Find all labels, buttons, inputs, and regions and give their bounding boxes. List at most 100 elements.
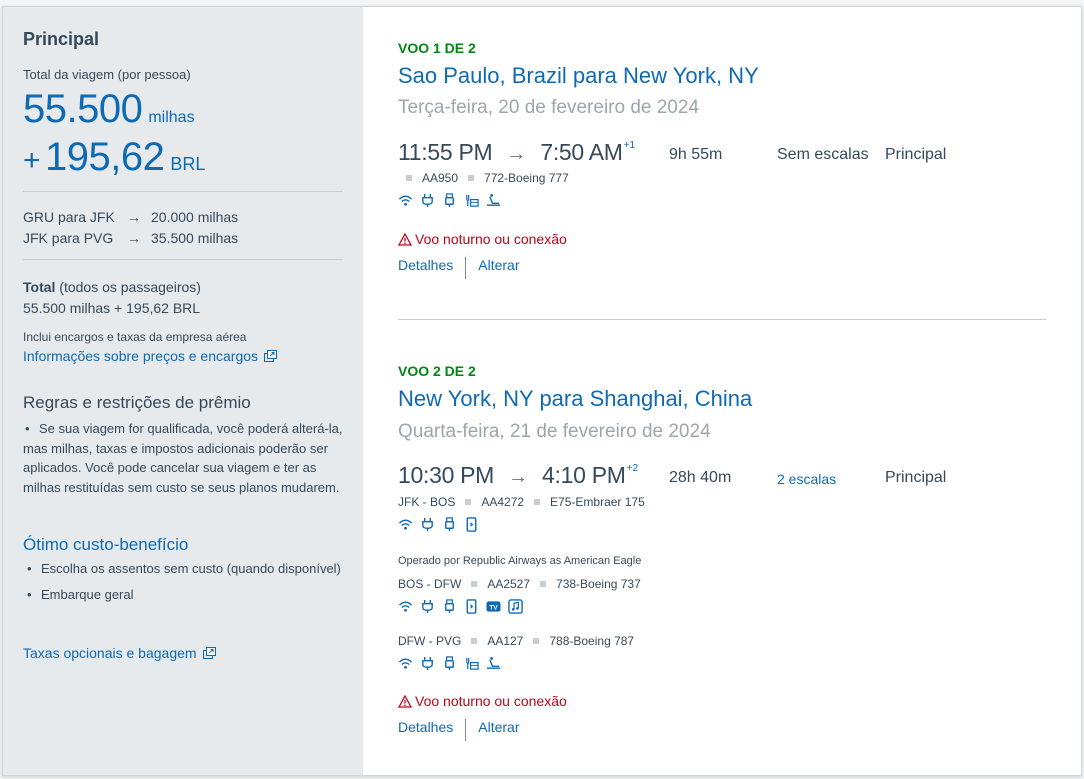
arrow-right-icon: → xyxy=(127,209,141,225)
power-outlet-icon xyxy=(422,599,433,614)
tv-badge-text: TV xyxy=(489,604,498,611)
award-rules-text: • Se sua viagem for qualificada, você pod… xyxy=(23,421,343,495)
overnight-warning: Voo noturno ou conexão xyxy=(398,231,567,247)
amenities xyxy=(398,656,501,671)
total-label: Total (todos os passageiros) xyxy=(23,279,201,295)
segment-route: BOS - DFW xyxy=(398,577,462,591)
miles-price: 55.500 milhas xyxy=(23,87,195,132)
meal-icon xyxy=(466,194,479,207)
depart-time: 11:55 PM xyxy=(398,139,493,165)
separator-square xyxy=(465,499,472,505)
segment-miles: 20.000 milhas xyxy=(151,209,239,225)
aircraft: E75-Embraer 175 xyxy=(550,495,645,509)
separator-square xyxy=(533,638,540,644)
aircraft: 738-Boeing 737 xyxy=(556,577,641,591)
external-link-icon xyxy=(264,350,278,362)
external-link-icon xyxy=(202,647,216,659)
optional-fees-bag-link[interactable]: Taxas opcionais e bagagem xyxy=(23,645,216,661)
power-outlet-icon xyxy=(422,656,433,671)
flight-times: 10:30 PM → 4:10 PM +2 xyxy=(398,462,638,489)
details-link[interactable]: Detalhes xyxy=(398,257,453,273)
brl-value: 195,62 xyxy=(44,135,165,179)
flight-cabin: Principal xyxy=(885,469,947,486)
arrow-right-icon: → xyxy=(127,230,141,246)
change-link[interactable]: Alterar xyxy=(478,257,519,273)
miles-unit: milhas xyxy=(148,109,195,126)
wifi-icon xyxy=(398,519,413,530)
flight-cabin: Principal xyxy=(885,146,947,163)
arrow-right-icon: → xyxy=(508,466,529,488)
warning-icon xyxy=(398,232,412,246)
arrive-time: 4:10 PM xyxy=(542,462,626,488)
details-link[interactable]: Detalhes xyxy=(398,719,453,735)
flight-details: VOO 1 DE 2 Sao Paulo, Brazil para New Yo… xyxy=(363,7,1081,775)
award-rules-title: Regras e restrições de prêmio xyxy=(23,393,251,412)
flight-times: 11:55 PM → 7:50 AM +1 xyxy=(398,139,635,166)
power-outlet-icon xyxy=(422,517,433,532)
usb-icon xyxy=(445,517,454,532)
separator-square xyxy=(471,638,478,644)
device-entertainment-icon xyxy=(466,517,477,532)
action-separator xyxy=(465,257,467,279)
cabin-title: Principal xyxy=(23,29,100,49)
segment-price-row: GRU para JFK → 20.000 milhas xyxy=(23,209,238,225)
separator-square xyxy=(468,175,475,181)
action-separator xyxy=(465,719,467,741)
miles-value: 55.500 xyxy=(23,87,143,131)
amenities xyxy=(398,517,479,532)
flight-code: AA127 xyxy=(487,634,524,648)
list-item: Embarque geral xyxy=(23,585,343,605)
wifi-icon xyxy=(398,195,413,206)
flight-actions: Detalhes Alterar xyxy=(398,719,520,741)
lie-flat-seat-icon xyxy=(486,656,501,669)
wifi-icon xyxy=(398,658,413,669)
depart-time: 10:30 PM xyxy=(398,462,495,488)
fees-note: Inclui encargos e taxas da empresa aérea xyxy=(23,330,247,344)
stops-link[interactable]: 2 escalas xyxy=(777,471,836,487)
segment-miles: 35.500 milhas xyxy=(151,230,239,246)
lie-flat-seat-icon xyxy=(486,193,501,206)
day-offset: +1 xyxy=(623,140,636,151)
separator-square xyxy=(540,581,547,587)
music-icon xyxy=(508,599,523,614)
segment-route: JFK para PVG xyxy=(23,230,114,246)
flight-number-label: VOO 2 DE 2 xyxy=(398,363,476,379)
operated-by: Operado por Republic Airways as American… xyxy=(398,555,642,567)
separator-square xyxy=(534,499,541,505)
segment-route: JFK - BOS xyxy=(398,495,456,509)
flight-code: AA2527 xyxy=(487,577,531,591)
per-person-label: Total da viagem (por pessoa) xyxy=(23,67,191,82)
flight-route-title: New York, NY para Shanghai, China xyxy=(398,386,753,411)
flight-route-title: Sao Paulo, Brazil para New York, NY xyxy=(398,63,759,88)
flight-code: AA4272 xyxy=(481,495,525,509)
flight-stops: Sem escalas xyxy=(777,146,869,163)
aircraft: 772-Boeing 777 xyxy=(484,171,569,185)
flight-divider xyxy=(398,319,1046,320)
price-sidebar: Principal Total da viagem (por pessoa) 5… xyxy=(3,7,363,775)
segment-price-row: JFK para PVG → 35.500 milhas xyxy=(23,230,238,246)
change-link[interactable]: Alterar xyxy=(478,719,519,735)
usb-icon xyxy=(445,193,454,208)
segment-info: AA950 772-Boeing 777 xyxy=(398,171,569,185)
tv-icon: TV xyxy=(486,601,501,612)
flight-duration: 28h 40m xyxy=(669,469,732,486)
plus-sign: + xyxy=(23,144,41,177)
cash-price: + 195,62 BRL xyxy=(23,135,205,180)
flight-number-label: VOO 1 DE 2 xyxy=(398,40,476,56)
flight-duration: 9h 55m xyxy=(669,146,723,163)
usb-icon xyxy=(445,599,454,614)
benefits-list: Escolha os assentos sem custo (quando di… xyxy=(23,559,343,610)
segment-route: DFW - PVG xyxy=(398,634,462,648)
flight-actions: Detalhes Alterar xyxy=(398,257,520,279)
pricing-info-link[interactable]: Informações sobre preços e encargos xyxy=(23,348,278,364)
segment-info: DFW - PVG AA127 788-Boeing 787 xyxy=(398,634,634,648)
separator-square xyxy=(406,175,412,181)
meal-icon xyxy=(466,657,479,670)
segment-info: BOS - DFW AA2527 738-Boeing 737 xyxy=(398,577,641,591)
arrow-right-icon: → xyxy=(506,143,527,165)
separator-square xyxy=(471,581,478,587)
aircraft: 788-Boeing 787 xyxy=(549,634,635,648)
total-value: 55.500 milhas + 195,62 BRL xyxy=(23,300,201,316)
arrive-time: 7:50 AM xyxy=(540,139,623,165)
warning-icon xyxy=(398,694,412,708)
